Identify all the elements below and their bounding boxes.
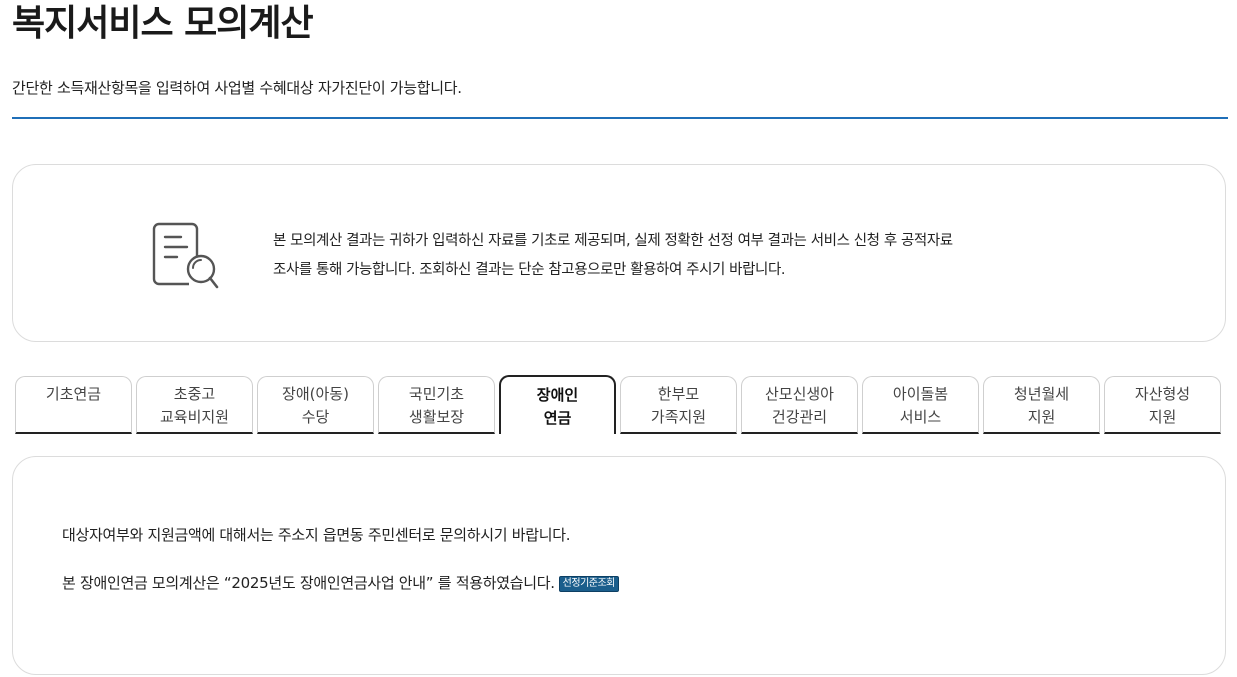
tab-label: 가족지원 bbox=[650, 408, 707, 426]
inquiry-notice: 대상자여부와 지원금액에 대해서는 주소지 읍면동 주민센터로 문의하시기 바랍… bbox=[62, 524, 571, 546]
tab-label: 산모신생아 bbox=[764, 385, 834, 403]
tab-label: 생활보장 bbox=[408, 408, 465, 426]
inquiry-text: 대상자여부와 지원금액에 대해서는 주소지 읍면동 주민센터로 문의하시기 바랍… bbox=[62, 526, 571, 544]
tab-single-parent[interactable]: 한부모 가족지원 bbox=[620, 376, 737, 434]
tab-label: 기초연금 bbox=[45, 385, 102, 403]
tab-youth-rent[interactable]: 청년월세 지원 bbox=[983, 376, 1100, 434]
tab-basic-pension[interactable]: 기초연금 bbox=[15, 376, 132, 434]
page: 복지서비스 모의계산 간단한 소득재산항목을 입력하여 사업별 수혜대상 자가진… bbox=[0, 0, 1237, 677]
page-title: 복지서비스 모의계산 bbox=[12, 3, 314, 44]
tab-label: 청년월세 bbox=[1013, 385, 1070, 403]
tab-asset-building[interactable]: 자산형성 지원 bbox=[1104, 376, 1221, 434]
tab-disability-pension[interactable]: 장애인 연금 bbox=[499, 375, 616, 434]
tab-label: 아이돌봄 bbox=[892, 385, 949, 403]
tab-label: 초중고 bbox=[173, 385, 216, 403]
tab-label: 지원 bbox=[1027, 408, 1056, 426]
title-divider bbox=[12, 117, 1228, 119]
tab-label: 국민기초 bbox=[408, 385, 465, 403]
tab-label: 장애인 bbox=[536, 386, 579, 404]
tab-label: 서비스 bbox=[899, 408, 942, 426]
tab-label: 수당 bbox=[301, 408, 330, 426]
tab-label: 자산형성 bbox=[1134, 385, 1191, 403]
tab-content-panel: 대상자여부와 지원금액에 대해서는 주소지 읍면동 주민센터로 문의하시기 바랍… bbox=[12, 456, 1226, 675]
tab-child-care[interactable]: 아이돌봄 서비스 bbox=[862, 376, 979, 434]
guideline-text: 본 장애인연금 모의계산은 “2025년도 장애인연금사업 안내” 를 적용하였… bbox=[62, 574, 555, 592]
tab-disabled-child-allowance[interactable]: 장애(아동) 수당 bbox=[257, 376, 374, 434]
notice-text: 본 모의계산 결과는 귀하가 입력하신 자료를 기초로 제공되며, 실제 정확한… bbox=[273, 227, 1033, 285]
criteria-lookup-button[interactable]: 선정기준조회 bbox=[558, 576, 619, 592]
tab-education-support[interactable]: 초중고 교육비지원 bbox=[136, 376, 253, 434]
notice-box: 본 모의계산 결과는 귀하가 입력하신 자료를 기초로 제공되며, 실제 정확한… bbox=[12, 164, 1226, 342]
tab-label: 지원 bbox=[1148, 408, 1177, 426]
tab-label: 한부모 bbox=[657, 385, 700, 403]
tab-label: 건강관리 bbox=[771, 408, 828, 426]
tab-label: 장애(아동) bbox=[282, 385, 349, 403]
tab-label: 교육비지원 bbox=[159, 408, 229, 426]
notice-line: 본 모의계산 결과는 귀하가 입력하신 자료를 기초로 제공되며, 실제 정확한… bbox=[273, 233, 953, 249]
page-subtitle: 간단한 소득재산항목을 입력하여 사업별 수혜대상 자가진단이 가능합니다. bbox=[12, 79, 462, 97]
document-search-icon bbox=[152, 222, 219, 289]
tab-label: 연금 bbox=[543, 409, 572, 427]
notice-line: 조사를 통해 가능합니다. 조회하신 결과는 단순 참고용으로만 활용하여 주시… bbox=[273, 262, 786, 278]
applied-guideline-notice: 본 장애인연금 모의계산은 “2025년도 장애인연금사업 안내” 를 적용하였… bbox=[62, 572, 619, 594]
tab-basic-livelihood[interactable]: 국민기초 생활보장 bbox=[378, 376, 495, 434]
tab-maternity-care[interactable]: 산모신생아 건강관리 bbox=[741, 376, 858, 434]
service-tabs: 기초연금 초중고 교육비지원 장애(아동) 수당 국민기초 생활보장 장애인 연… bbox=[15, 375, 1223, 434]
